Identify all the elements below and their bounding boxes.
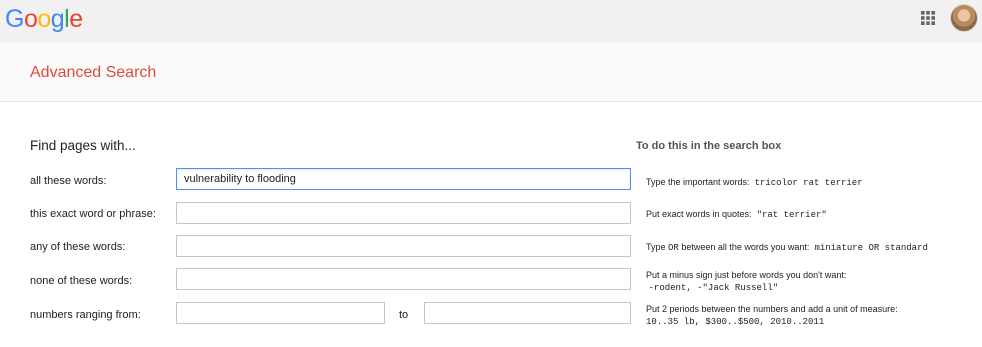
page-title: Advanced Search — [30, 64, 157, 81]
any-words-input[interactable] — [176, 235, 631, 257]
hint-example: miniature OR standard — [814, 243, 928, 253]
exact-phrase-label: this exact word or phrase: — [30, 208, 156, 220]
logo-letter: g — [50, 5, 65, 33]
all-words-label: all these words: — [30, 175, 107, 187]
hint-example: -rodent, -"Jack Russell" — [648, 283, 779, 293]
hint-example: 10..35 lb, $300..$500, 2010..2011 — [646, 317, 825, 327]
any-words-hint: Type OR between all the words you want: … — [646, 241, 928, 254]
hint-example: tricolor rat terrier — [754, 178, 863, 188]
hint-text: Type the important words: — [646, 177, 750, 187]
hint-example: "rat terrier" — [756, 210, 827, 220]
user-avatar[interactable] — [950, 4, 978, 32]
hint-text: Type — [646, 242, 666, 252]
exact-phrase-input[interactable] — [176, 202, 631, 224]
none-words-label: none of these words: — [30, 275, 133, 287]
logo-letter: G — [5, 5, 24, 33]
any-words-label: any of these words: — [30, 241, 126, 253]
hint-or: OR — [668, 243, 679, 253]
number-range-hint: Put 2 periods between the numbers and ad… — [646, 303, 898, 328]
range-from-input[interactable] — [176, 302, 385, 324]
hint-text: Put a minus sign just before words you d… — [646, 270, 847, 280]
hint-text: between all the words you want: — [681, 242, 810, 252]
top-bar: Google — [0, 0, 982, 43]
logo-letter: e — [69, 5, 83, 33]
apps-grid-icon[interactable] — [920, 10, 936, 26]
logo-letter: o — [37, 5, 51, 33]
range-to-label: to — [399, 309, 409, 321]
hint-column-title: To do this in the search box — [636, 140, 782, 152]
exact-phrase-hint: Put exact words in quotes: "rat terrier" — [646, 208, 827, 221]
hint-text: Put exact words in quotes: — [646, 209, 752, 219]
google-logo[interactable]: Google — [5, 4, 83, 34]
all-words-hint: Type the important words: tricolor rat t… — [646, 176, 863, 189]
logo-letter: o — [23, 5, 38, 33]
none-words-input[interactable] — [176, 268, 631, 290]
section-title: Find pages with... — [30, 138, 136, 153]
none-words-hint: Put a minus sign just before words you d… — [646, 269, 846, 294]
number-range-label: numbers ranging from: — [30, 309, 141, 321]
hint-text: Put 2 periods between the numbers and ad… — [646, 304, 898, 314]
range-to-input[interactable] — [424, 302, 631, 324]
all-words-input[interactable] — [176, 168, 631, 190]
